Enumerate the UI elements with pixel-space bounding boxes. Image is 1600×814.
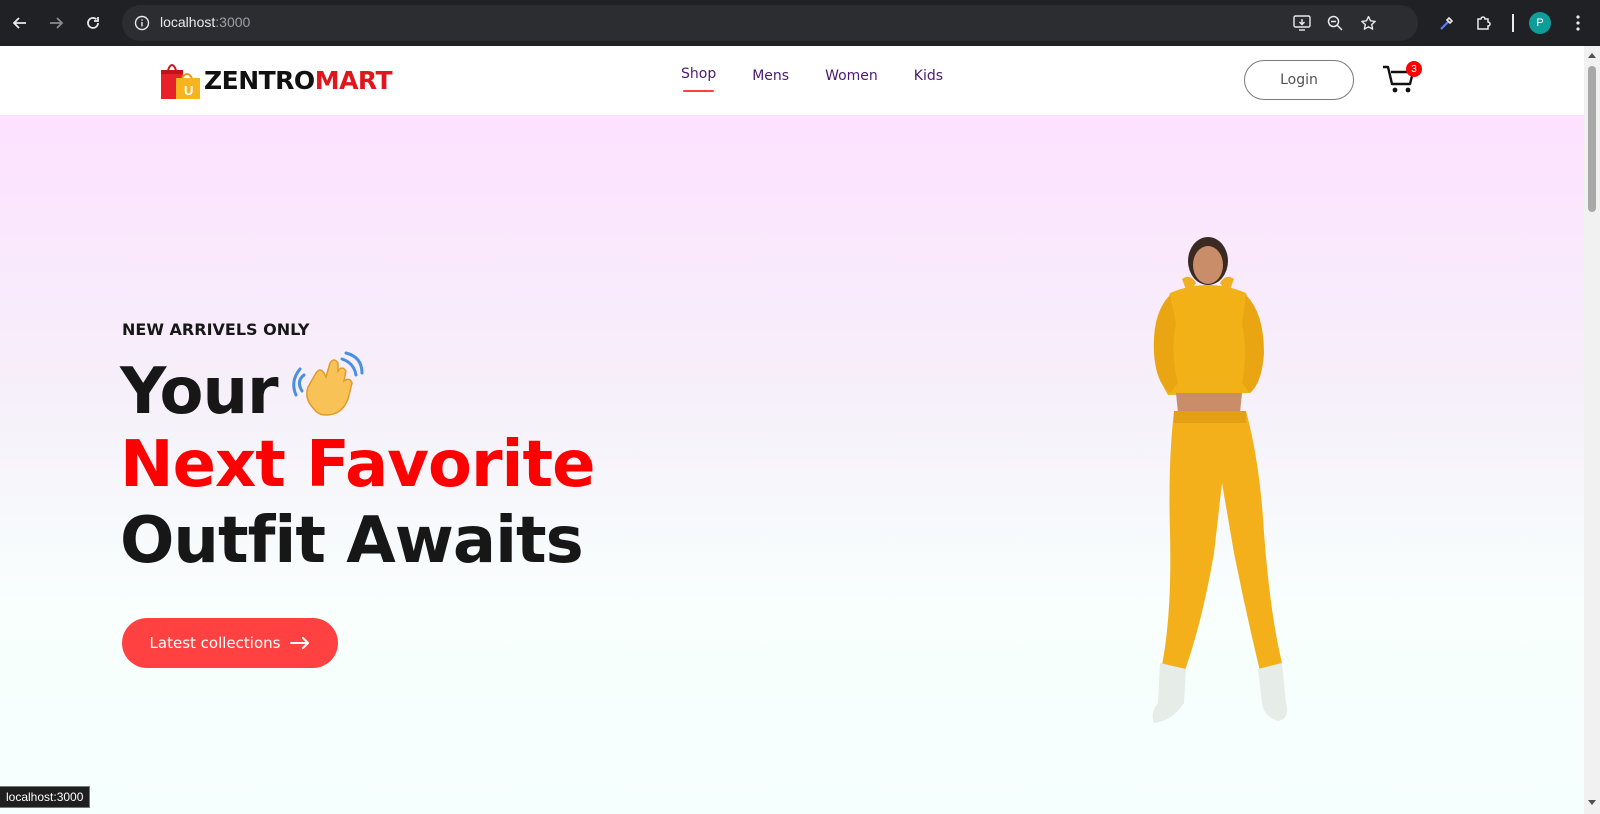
hero-tagline: NEW ARRIVELS ONLY [122,320,310,339]
zoom-button[interactable] [1323,11,1347,35]
info-icon [134,15,150,31]
hero-section: NEW ARRIVELS ONLY Your Next Favorite Out… [0,115,1584,814]
waving-hand-icon [291,351,364,416]
nav-item-kids[interactable]: Kids [914,68,943,84]
main-nav-menu: Shop Mens Women Kids [681,66,978,92]
nav-item-mens[interactable]: Mens [752,68,789,84]
latest-collections-label: Latest collections [149,634,281,652]
kebab-menu-icon [1576,15,1580,31]
link-status-tooltip: localhost:3000 [0,786,91,808]
hero-heading-line2: Next Favorite [120,428,595,502]
star-icon [1360,15,1376,30]
nav-item-women[interactable]: Women [825,68,878,84]
reload-button[interactable] [79,9,107,37]
eyedropper-extension-button[interactable] [1433,9,1461,37]
browser-menu-button[interactable] [1564,9,1592,37]
install-icon [1293,15,1311,31]
hero-model-image [1152,237,1287,723]
brand-name-part2: MART [314,65,393,95]
browser-toolbar: localhost:3000 P [0,0,1600,46]
toolbar-divider [1512,14,1514,32]
reload-icon [87,17,99,29]
site-logo[interactable]: U ZENTROMART [160,60,393,100]
scroll-up-arrow-icon[interactable] [1588,52,1596,60]
zoom-out-icon [1327,15,1343,31]
back-button[interactable] [6,9,34,37]
address-bar[interactable]: localhost:3000 [122,5,1418,41]
extensions-button[interactable] [1470,9,1498,37]
hero-heading-line1: Your [120,351,364,430]
arrow-right-icon [290,637,310,649]
cart-count-badge: 3 [1406,61,1422,77]
hero-heading-line1-text: Your [120,355,279,429]
url-text[interactable]: localhost:3000 [160,14,250,30]
arrow-left-icon [12,17,26,29]
url-port: :3000 [215,14,251,30]
web-page: U ZENTROMART Shop Mens Women Kids Login … [0,46,1584,814]
login-button[interactable]: Login [1244,60,1354,100]
eyedropper-icon [1440,16,1454,30]
page-scrollbar[interactable] [1584,46,1600,814]
forward-button[interactable] [42,9,70,37]
brand-name-part1: ZENTRO [204,65,315,95]
bookmark-button[interactable] [1356,11,1380,35]
nav-item-shop[interactable]: Shop [681,66,716,92]
hero-heading-line3: Outfit Awaits [120,504,584,578]
shopping-bag-logo-icon: U [161,64,200,99]
install-app-button[interactable] [1290,11,1314,35]
profile-avatar[interactable]: P [1529,12,1551,34]
url-host: localhost [160,14,216,30]
svg-text:U: U [184,83,193,98]
arrow-right-icon [50,17,64,29]
site-info-button[interactable] [130,11,154,35]
scrollbar-thumb[interactable] [1588,66,1596,212]
scroll-down-arrow-icon[interactable] [1588,798,1596,806]
brand-name: ZENTROMART [204,65,393,95]
site-navbar: U ZENTROMART Shop Mens Women Kids Login … [0,46,1584,115]
puzzle-icon [1477,16,1491,30]
latest-collections-button[interactable]: Latest collections [122,618,338,668]
